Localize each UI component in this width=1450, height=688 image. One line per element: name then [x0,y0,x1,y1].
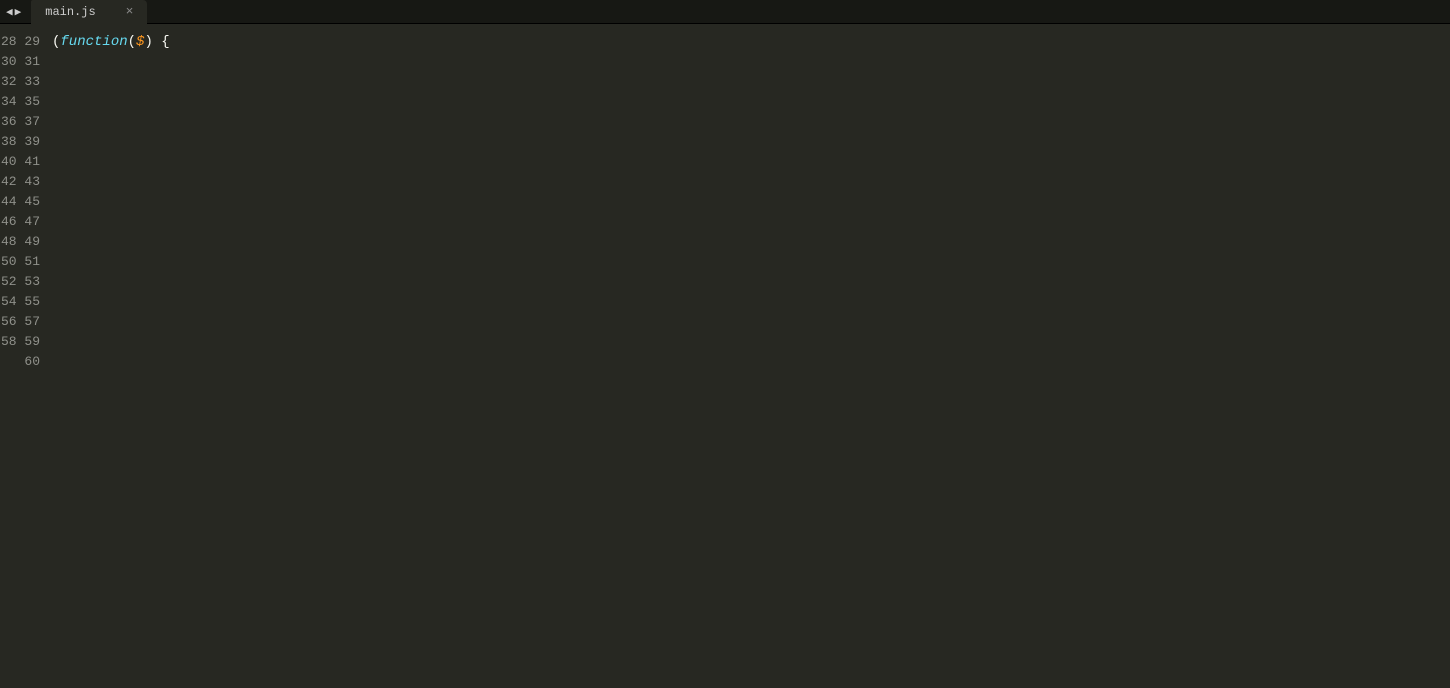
tab-nav-arrows: ◀ ▶ [0,5,27,19]
code-area[interactable]: (function($) { [48,24,170,688]
nav-next-icon[interactable]: ▶ [15,5,22,19]
close-icon[interactable]: × [126,5,134,18]
nav-prev-icon[interactable]: ◀ [6,5,13,19]
editor[interactable]: 28 29 30 31 32 33 34 35 36 37 38 39 40 4… [0,24,1450,688]
line-number-gutter: 28 29 30 31 32 33 34 35 36 37 38 39 40 4… [0,24,48,688]
tab-bar: ◀ ▶ main.js × [0,0,1450,24]
tab-label: main.js [45,5,95,19]
tab-main-js[interactable]: main.js × [31,0,147,24]
